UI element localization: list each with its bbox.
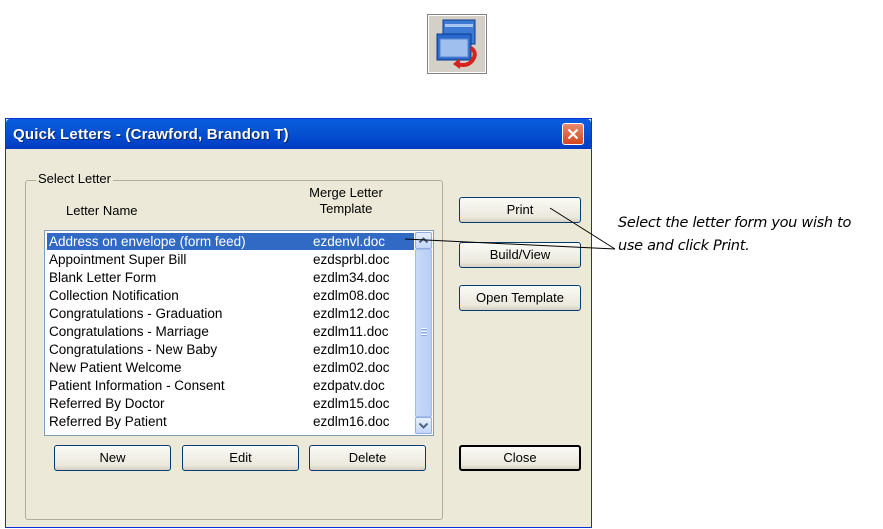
letter-template: ezdlm08.doc xyxy=(313,288,390,303)
letter-name: Collection Notification xyxy=(49,288,179,303)
list-item[interactable]: Congratulations - Graduation ezdlm12.doc xyxy=(47,305,414,322)
chevron-down-icon[interactable] xyxy=(415,417,432,434)
merge-header-line2: Template xyxy=(319,201,373,216)
letter-name: Congratulations - New Baby xyxy=(49,342,218,357)
list-item[interactable]: Referred By Patient ezdlm16.doc xyxy=(47,413,414,430)
list-item[interactable]: Address on envelope (form feed) ezdenvl.d… xyxy=(47,233,414,250)
scrollbar-grip xyxy=(421,328,427,337)
letter-template: ezdlm10.doc xyxy=(313,342,390,357)
close-button[interactable]: Close xyxy=(459,445,581,471)
open-template-button[interactable]: Open Template xyxy=(459,285,581,311)
new-button[interactable]: New xyxy=(54,445,171,471)
annotation-text: Select the letter form you wish to use a… xyxy=(618,212,883,258)
list-item[interactable]: New Patient Welcome ezdlm02.doc xyxy=(47,359,414,376)
letter-template: ezdlm15.doc xyxy=(313,396,390,411)
list-item[interactable]: Appointment Super Bill ezdsprbl.doc xyxy=(47,251,414,268)
list-item[interactable]: Blank Letter Form ezdlm34.doc xyxy=(47,269,414,286)
group-label: Select Letter xyxy=(36,171,113,186)
letter-template: ezdlm16.doc xyxy=(313,414,390,429)
list-item[interactable]: Referred By Doctor ezdlm15.doc xyxy=(47,395,414,412)
letter-name: Referred By Doctor xyxy=(49,396,165,411)
annotation-line1: Select the letter form you wish to xyxy=(618,215,852,231)
list-item[interactable]: Congratulations - Marriage ezdlm11.doc xyxy=(47,323,414,340)
quick-letters-icon[interactable] xyxy=(427,14,487,74)
scrollbar-thumb[interactable] xyxy=(415,249,432,417)
letter-name: Address on envelope (form feed) xyxy=(49,234,246,249)
letter-name: Congratulations - Marriage xyxy=(49,324,209,339)
print-button[interactable]: Print xyxy=(459,197,581,223)
close-icon[interactable] xyxy=(562,123,584,145)
letter-name: Appointment Super Bill xyxy=(49,252,187,267)
scrollbar[interactable] xyxy=(415,232,432,434)
dialog-title: Quick Letters - (Crawford, Brandon T) xyxy=(13,126,289,143)
edit-button[interactable]: Edit xyxy=(182,445,299,471)
annotation-line2: use and click Print. xyxy=(618,238,750,254)
list-item[interactable]: Patient Information - Consent ezdpatv.doc xyxy=(47,377,414,394)
title-bar[interactable]: Quick Letters - (Crawford, Brandon T) xyxy=(6,119,591,149)
letter-template: ezdlm12.doc xyxy=(313,306,390,321)
letter-name: New Patient Welcome xyxy=(49,360,182,375)
letter-template: ezdlm34.doc xyxy=(313,270,390,285)
letter-template: ezdlm02.doc xyxy=(313,360,390,375)
letter-list[interactable]: Address on envelope (form feed) ezdenvl.d… xyxy=(44,230,434,436)
letter-name: Blank Letter Form xyxy=(49,270,157,285)
merge-header-line1: Merge Letter xyxy=(309,185,383,200)
list-item[interactable]: Congratulations - New Baby ezdlm10.doc xyxy=(47,341,414,358)
letter-name: Patient Information - Consent xyxy=(49,378,225,393)
letter-name: Referred By Patient xyxy=(49,414,167,429)
letter-template: ezdenvl.doc xyxy=(313,234,386,249)
letter-template: ezdpatv.doc xyxy=(313,378,385,393)
build-view-button[interactable]: Build/View xyxy=(459,242,581,268)
column-header-merge-template: Merge Letter Template xyxy=(301,185,391,217)
letter-template: ezdsprbl.doc xyxy=(313,252,390,267)
quick-letters-dialog: Quick Letters - (Crawford, Brandon T) Se… xyxy=(5,118,592,528)
letter-name: Congratulations - Graduation xyxy=(49,306,223,321)
delete-button[interactable]: Delete xyxy=(309,445,426,471)
chevron-up-icon[interactable] xyxy=(415,232,432,249)
list-item[interactable]: Collection Notification ezdlm08.doc xyxy=(47,287,414,304)
column-header-letter-name: Letter Name xyxy=(66,203,138,218)
letter-template: ezdlm11.doc xyxy=(313,324,389,339)
